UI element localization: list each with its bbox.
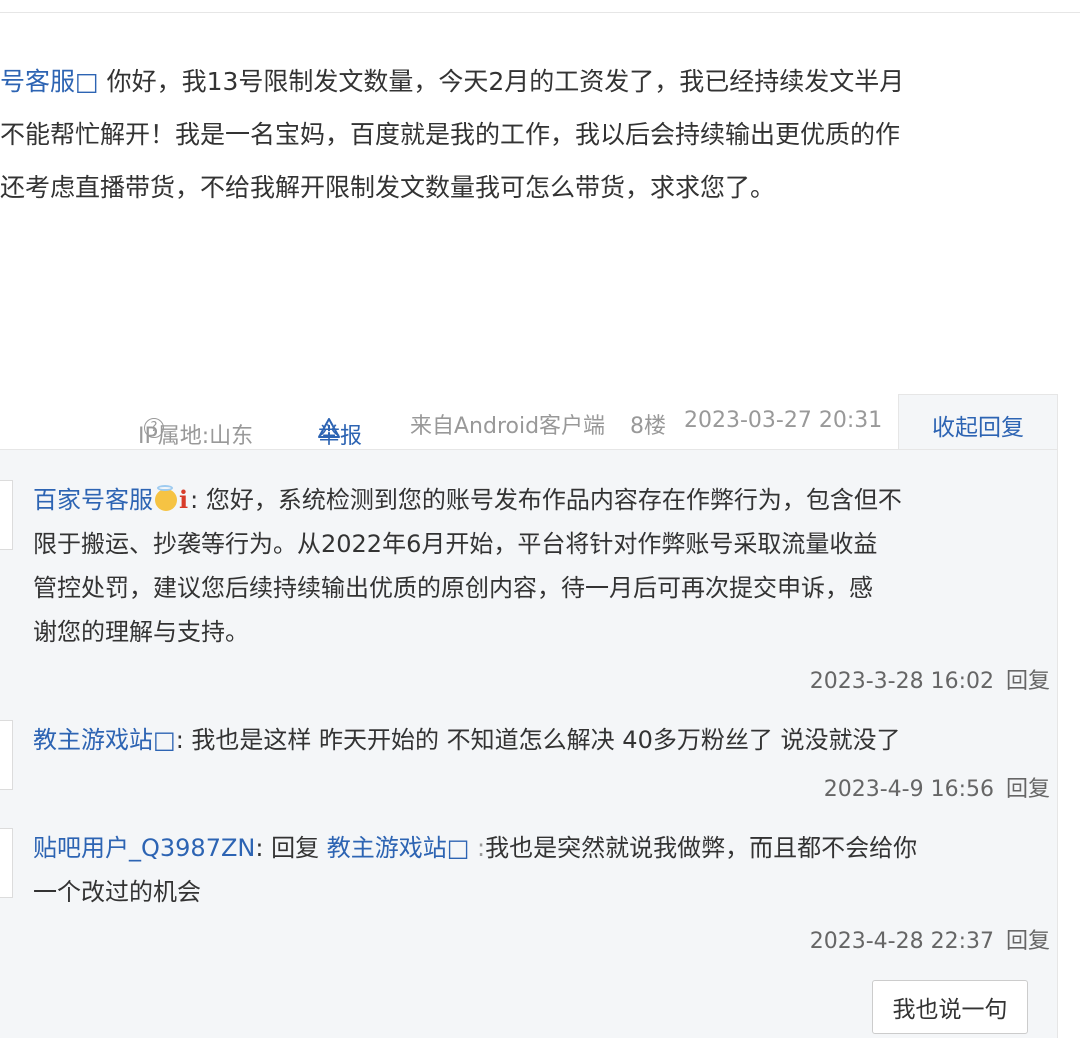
reply-line: 谢您的理解与支持。	[33, 610, 902, 654]
post-meta: IP属地:山东? 举报 来自Android客户端 8楼 2023-03-27 2…	[0, 398, 898, 449]
reply-item: 教主游戏站□: 我也是这样 昨天开始的 不知道怎么解决 40多万粉丝了 说没就没…	[33, 718, 900, 762]
reply-line: 一个改过的机会	[33, 870, 917, 914]
reply-content: 我也是这样 昨天开始的 不知道怎么解决 40多万粉丝了 说没就没了	[183, 726, 901, 754]
reply-content: 您好，系统检测到您的账号发布作品内容存在作弊行为，包含但不	[198, 486, 902, 514]
reply-line: 贴吧用户_Q3987ZN: 回复 教主游戏站□ :我也是突然就说我做弊，而且都不…	[33, 826, 917, 870]
reply-time: 2023-4-28 22:37	[809, 929, 994, 954]
reply-content: 谢您的理解与支持。	[33, 618, 249, 646]
report-label: 举报	[318, 424, 363, 449]
reply-button[interactable]: 回复	[1006, 777, 1050, 802]
say-something-button[interactable]: 我也说一句	[872, 980, 1028, 1034]
post-datetime: 2023-03-27 20:31	[684, 408, 883, 433]
reply-meta: 2023-3-28 16:02 回复	[810, 663, 1050, 695]
reply-target-username[interactable]: 教主游戏站□	[327, 834, 470, 862]
reply-time: 2023-4-9 16:56	[823, 777, 994, 802]
reply-content: 管控处罚，建议您后续持续输出优质的原创内容，待一月后可再次提交申诉，感	[33, 574, 873, 602]
post-line: 号客服□ 你好，我13号限制发文数量，今天2月的工资发了，我已经持续发文半月	[0, 55, 1040, 108]
mention-link[interactable]: 号客服□	[0, 67, 99, 96]
reply-separator: :	[190, 486, 199, 514]
post-line: 不能帮忙解开！我是一名宝妈，百度就是我的工作，我以后会持续输出更优质的作	[0, 108, 1040, 161]
source-label: 来自Android客户端	[410, 414, 606, 439]
post-text: 还考虑直播带货，不给我解开限制发文数量我可怎么带货，求求您了。	[0, 173, 776, 202]
reply-content: 一个改过的机会	[33, 878, 201, 906]
top-divider	[0, 12, 1080, 13]
reply-button[interactable]: 回复	[1006, 929, 1050, 954]
floor-label: 8楼	[630, 414, 666, 439]
avatar[interactable]	[0, 828, 13, 898]
reply-word: 回复	[263, 834, 327, 862]
avatar[interactable]	[0, 480, 13, 550]
collapse-replies-label: 收起回复	[932, 415, 1024, 441]
reply-separator: :	[175, 726, 184, 754]
reply-meta: 2023-4-28 22:37 回复	[810, 923, 1050, 955]
reply-username[interactable]: 教主游戏站□	[33, 726, 176, 754]
reply-line: 教主游戏站□: 我也是这样 昨天开始的 不知道怎么解决 40多万粉丝了 说没就没…	[33, 718, 900, 762]
reply-line: 管控处罚，建议您后续持续输出优质的原创内容，待一月后可再次提交申诉，感	[33, 566, 902, 610]
reply-username[interactable]: 百家号客服	[33, 486, 153, 514]
collapse-replies-button[interactable]: 收起回复	[898, 394, 1058, 450]
info-badge-icon: i	[179, 485, 189, 514]
avatar[interactable]	[0, 720, 13, 790]
angel-badge-icon	[155, 485, 177, 511]
reply-button[interactable]: 回复	[1006, 669, 1050, 694]
reply-line: 百家号客服 i: 您好，系统检测到您的账号发布作品内容存在作弊行为，包含但不	[33, 478, 902, 522]
reply-content: 我也是突然就说我做弊，而且都不会给你	[485, 834, 918, 862]
reply-content: 限于搬运、抄袭等行为。从2022年6月开始，平台将针对作弊账号采取流量收益	[33, 530, 878, 558]
reply-item: 贴吧用户_Q3987ZN: 回复 教主游戏站□ :我也是突然就说我做弊，而且都不…	[33, 826, 917, 914]
reply-time: 2023-3-28 16:02	[809, 669, 994, 694]
post-line: 还考虑直播带货，不给我解开限制发文数量我可怎么带货，求求您了。	[0, 161, 1040, 214]
reply-separator: :	[469, 834, 486, 862]
reply-line: 限于搬运、抄袭等行为。从2022年6月开始，平台将针对作弊账号采取流量收益	[33, 522, 902, 566]
reply-meta: 2023-4-9 16:56 回复	[824, 771, 1050, 803]
post-text: 不能帮忙解开！我是一名宝妈，百度就是我的工作，我以后会持续输出更优质的作	[0, 120, 901, 149]
reply-item: 百家号客服 i: 您好，系统检测到您的账号发布作品内容存在作弊行为，包含但不 限于…	[33, 478, 902, 654]
help-icon[interactable]: ?	[144, 418, 164, 438]
post-body: 号客服□ 你好，我13号限制发文数量，今天2月的工资发了，我已经持续发文半月 不…	[0, 55, 1040, 214]
post-text: 你好，我13号限制发文数量，今天2月的工资发了，我已经持续发文半月	[98, 67, 905, 96]
reply-username[interactable]: 贴吧用户_Q3987ZN	[33, 834, 255, 862]
